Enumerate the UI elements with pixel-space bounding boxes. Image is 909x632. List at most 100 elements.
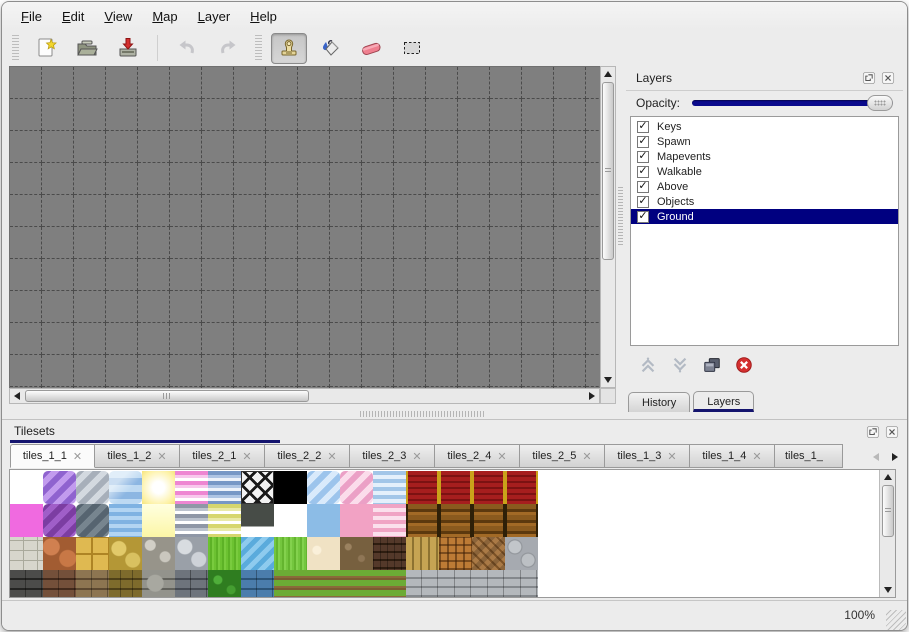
menu-help[interactable]: Help <box>241 6 286 27</box>
horizontal-splitter-grip[interactable] <box>360 411 486 417</box>
tile-brown-stripes[interactable] <box>439 504 472 537</box>
tile-red-carpet[interactable] <box>472 471 505 504</box>
tile-brown-stripes[interactable] <box>472 504 505 537</box>
tileset-tab-tiles_2_5[interactable]: tiles_2_5✕ <box>520 444 605 468</box>
delete-layer-button[interactable] <box>732 354 756 378</box>
tab-close-icon[interactable]: ✕ <box>412 450 421 463</box>
tile-grass-rows[interactable] <box>307 570 340 598</box>
tile-grass-rows[interactable] <box>274 570 307 598</box>
move-layer-up-button[interactable] <box>636 354 660 378</box>
tab-close-icon[interactable]: ✕ <box>497 450 506 463</box>
tile-pale-yellow[interactable] <box>142 504 175 537</box>
layer-row-objects[interactable]: ✓Objects <box>631 194 898 209</box>
layer-row-walkable[interactable]: ✓Walkable <box>631 164 898 179</box>
tile-brown-stripes[interactable] <box>505 504 538 537</box>
tile-basketweave[interactable] <box>439 537 472 570</box>
tab-close-icon[interactable]: ✕ <box>157 450 166 463</box>
canvas-hscrollbar[interactable] <box>9 388 600 404</box>
tileset-tab-tiles_2_3[interactable]: tiles_2_3✕ <box>350 444 435 468</box>
tile-pebbles[interactable] <box>142 537 175 570</box>
tab-close-icon[interactable]: ✕ <box>752 450 761 463</box>
move-layer-down-button[interactable] <box>668 354 692 378</box>
tile-brick-light[interactable] <box>406 570 439 598</box>
layer-visibility-checkbox[interactable]: ✓ <box>637 121 649 133</box>
menu-view[interactable]: View <box>95 6 141 27</box>
tile-black[interactable] <box>274 471 307 504</box>
tabs-scroll-left-button[interactable] <box>867 446 884 467</box>
tileset-tab-tiles_1[interactable]: tiles_1_ <box>775 444 843 468</box>
tile-pink-solid[interactable] <box>340 504 373 537</box>
tab-close-icon[interactable]: ✕ <box>327 450 336 463</box>
tile-brick-light[interactable] <box>472 570 505 598</box>
tile-blue-stripes[interactable] <box>208 471 241 504</box>
scroll-up-button[interactable] <box>881 470 895 484</box>
tileset-tab-tiles_1_1[interactable]: tiles_1_1✕ <box>10 444 95 468</box>
tile-water-mid[interactable] <box>109 504 142 537</box>
menu-layer[interactable]: Layer <box>189 6 240 27</box>
menu-edit[interactable]: Edit <box>53 6 93 27</box>
tile-panel-dark[interactable] <box>241 504 274 537</box>
tile-planks[interactable] <box>406 537 439 570</box>
eraser-tool-button[interactable] <box>353 33 389 64</box>
tile-olive-stripes[interactable] <box>208 504 241 537</box>
map-canvas[interactable] <box>9 66 602 390</box>
float-panel-button[interactable] <box>861 71 876 86</box>
tile-empty[interactable] <box>274 504 307 537</box>
tabs-scroll-right-button[interactable] <box>886 446 903 467</box>
tile-pink-wave[interactable] <box>373 504 406 537</box>
tile-water-blue[interactable] <box>241 537 274 570</box>
tile-herringbone[interactable] <box>472 537 505 570</box>
tileset-tab-tiles_2_4[interactable]: tiles_2_4✕ <box>435 444 520 468</box>
window-resize-grip[interactable] <box>886 610 906 630</box>
save-button[interactable] <box>110 33 146 64</box>
tile-gray-stripes[interactable] <box>175 504 208 537</box>
tile-brick-brown[interactable] <box>43 570 76 598</box>
tile-grass-rows[interactable] <box>373 570 406 598</box>
layer-visibility-checkbox[interactable]: ✓ <box>637 166 649 178</box>
menu-file[interactable]: File <box>12 6 51 27</box>
tileset-tab-tiles_1_2[interactable]: tiles_1_2✕ <box>95 444 180 468</box>
tileset-tab-tiles_2_1[interactable]: tiles_2_1✕ <box>180 444 265 468</box>
vscroll-thumb[interactable] <box>882 485 894 537</box>
toolbar-grip[interactable] <box>12 35 19 61</box>
tile-logs-gray[interactable] <box>505 537 538 570</box>
tab-close-icon[interactable]: ✕ <box>242 450 251 463</box>
tile-blue-solid[interactable] <box>307 504 340 537</box>
tile-magenta[interactable] <box>10 504 43 537</box>
float-panel-button[interactable] <box>865 424 880 439</box>
tile-shingles-dark[interactable] <box>373 537 406 570</box>
layer-visibility-checkbox[interactable]: ✓ <box>637 211 649 223</box>
tile-grass-green[interactable] <box>274 537 307 570</box>
tile-stone-gray[interactable] <box>142 570 175 598</box>
tile-water-light[interactable] <box>109 471 142 504</box>
scroll-down-button[interactable] <box>601 373 615 387</box>
layer-row-above[interactable]: ✓Above <box>631 179 898 194</box>
close-panel-button[interactable] <box>884 424 899 439</box>
tile-brick-dark[interactable] <box>10 570 43 598</box>
layer-row-ground[interactable]: ✓Ground <box>631 209 898 224</box>
opacity-slider[interactable] <box>692 95 893 111</box>
tab-close-icon[interactable]: ✕ <box>667 450 676 463</box>
new-file-button[interactable] <box>28 33 64 64</box>
canvas-vscrollbar[interactable] <box>600 66 616 388</box>
tileset-tab-tiles_1_4[interactable]: tiles_1_4✕ <box>690 444 775 468</box>
tile-tile-yellow[interactable] <box>76 537 109 570</box>
tile-flagstone[interactable] <box>10 537 43 570</box>
tile-dirt-pebbles[interactable] <box>340 537 373 570</box>
tile-purple-dark[interactable] <box>43 504 76 537</box>
tile-gray-diag[interactable] <box>76 471 109 504</box>
layer-visibility-checkbox[interactable]: ✓ <box>637 136 649 148</box>
tile-lattice[interactable] <box>241 471 274 504</box>
tile-grass-bright[interactable] <box>208 537 241 570</box>
fill-tool-button[interactable] <box>312 33 348 64</box>
tile-sand[interactable] <box>307 537 340 570</box>
tile-brick-light[interactable] <box>505 570 538 598</box>
tile-empty[interactable] <box>10 471 43 504</box>
palette-vscrollbar[interactable] <box>879 470 895 597</box>
opacity-slider-track[interactable] <box>692 100 893 106</box>
undo-button[interactable] <box>169 33 205 64</box>
duplicate-layer-button[interactable] <box>700 354 724 378</box>
opacity-slider-handle[interactable] <box>867 95 893 111</box>
tile-purple-diag[interactable] <box>43 471 76 504</box>
scroll-down-button[interactable] <box>881 583 895 597</box>
